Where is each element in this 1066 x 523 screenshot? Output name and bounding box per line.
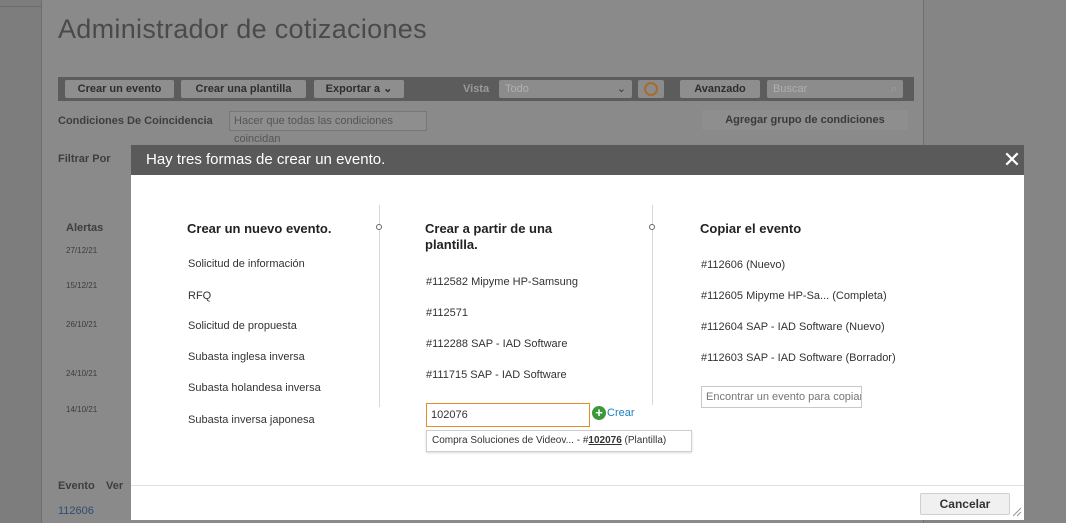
view-value: Todo xyxy=(505,83,529,95)
template-option[interactable]: #112288 SAP - IAD Software xyxy=(426,338,567,350)
event-link[interactable]: 112606 xyxy=(58,505,94,517)
event-column-header: Evento xyxy=(58,480,95,492)
dialog-title: Hay tres formas de crear un evento. xyxy=(146,151,386,168)
add-icon: + xyxy=(592,406,606,420)
create-event-dialog: Hay tres formas de crear un evento. ✕ Cr… xyxy=(131,145,1024,520)
new-event-option[interactable]: Subasta holandesa inversa xyxy=(188,382,321,394)
divider-dot xyxy=(649,224,655,230)
resize-handle-icon[interactable] xyxy=(1010,505,1022,517)
copy-event-option[interactable]: #112606 (Nuevo) xyxy=(701,259,785,271)
copy-event-search-input[interactable] xyxy=(701,386,862,408)
view-column-header: Ver xyxy=(106,480,124,492)
new-event-option[interactable]: RFQ xyxy=(188,290,211,302)
search-placeholder: Buscar xyxy=(773,83,808,95)
new-event-option[interactable]: Solicitud de información xyxy=(188,258,305,270)
chevron-down-icon: ⌄ xyxy=(616,83,626,95)
template-option[interactable]: #111715 SAP - IAD Software xyxy=(426,369,567,381)
suggestion-suffix: (Plantilla) xyxy=(621,435,667,446)
template-option[interactable]: #112571 xyxy=(426,307,468,319)
create-from-template-button[interactable]: + Crear xyxy=(592,406,635,422)
copy-event-option[interactable]: #112605 Mipyme HP-Sa... (Completa) xyxy=(701,290,887,302)
copy-event-heading: Copiar el evento xyxy=(700,221,802,236)
column-divider xyxy=(379,205,380,407)
page-title: Administrador de cotizaciones xyxy=(58,14,427,44)
chevron-down-icon: ⌄ xyxy=(383,83,393,95)
create-event-button[interactable]: Crear un evento xyxy=(65,80,174,98)
suggestion-id: 102076 xyxy=(588,435,622,446)
dialog-header: Hay tres formas de crear un evento. ✕ xyxy=(131,145,1024,175)
template-option[interactable]: #112582 Mipyme HP-Samsung xyxy=(426,276,578,288)
dialog-footer-divider xyxy=(131,485,1024,486)
alert-date: 26/10/21 xyxy=(66,320,98,329)
conditions-label: Condiciones De Coincidencia xyxy=(58,115,213,127)
create-template-button[interactable]: Crear una plantilla xyxy=(181,80,306,98)
copy-event-option[interactable]: #112603 SAP - IAD Software (Borrador) xyxy=(701,352,896,364)
alert-date: 15/12/21 xyxy=(66,281,98,290)
close-icon[interactable]: ✕ xyxy=(1001,148,1023,172)
new-event-option[interactable]: Solicitud de propuesta xyxy=(188,320,297,332)
alerts-label: Alertas xyxy=(66,222,104,234)
search-input[interactable]: Buscar ⌕ xyxy=(767,80,903,98)
alert-date: 27/12/21 xyxy=(66,246,98,255)
clock-icon[interactable] xyxy=(638,80,664,98)
filter-label: Filtrar Por xyxy=(58,153,111,165)
copy-event-option[interactable]: #112604 SAP - IAD Software (Nuevo) xyxy=(701,321,885,333)
template-search-input[interactable] xyxy=(426,403,590,427)
conditions-select[interactable]: Hacer que todas las condiciones coincida… xyxy=(229,111,427,145)
from-template-heading: Crear a partir de una plantilla. xyxy=(425,221,553,252)
new-event-heading: Crear un nuevo evento. xyxy=(187,221,332,236)
alert-date: 24/10/21 xyxy=(66,369,98,378)
create-label: Crear xyxy=(607,406,635,419)
add-condition-group-button[interactable]: Agregar grupo de condiciones xyxy=(702,110,908,130)
new-event-option[interactable]: Subasta inglesa inversa xyxy=(188,351,305,363)
column-divider xyxy=(652,205,653,405)
alert-date: 14/10/21 xyxy=(66,405,98,414)
view-label: Vista xyxy=(463,83,490,95)
export-button[interactable]: Exportar a ⌄ xyxy=(314,80,404,98)
search-icon: ⌕ xyxy=(890,83,897,95)
new-event-option[interactable]: Subasta inversa japonesa xyxy=(188,414,315,426)
template-suggestion[interactable]: Compra Soluciones de Videov... - #102076… xyxy=(426,430,692,452)
suggestion-prefix: Compra Soluciones de Videov... - # xyxy=(432,435,589,446)
advanced-button[interactable]: Avanzado xyxy=(680,80,760,98)
toolbar: Crear un evento Crear una plantilla Expo… xyxy=(58,77,914,101)
view-select[interactable]: Todo ⌄ xyxy=(499,80,632,98)
divider-dot xyxy=(376,224,382,230)
cancel-button[interactable]: Cancelar xyxy=(920,493,1010,515)
export-label: Exportar a xyxy=(325,83,381,95)
